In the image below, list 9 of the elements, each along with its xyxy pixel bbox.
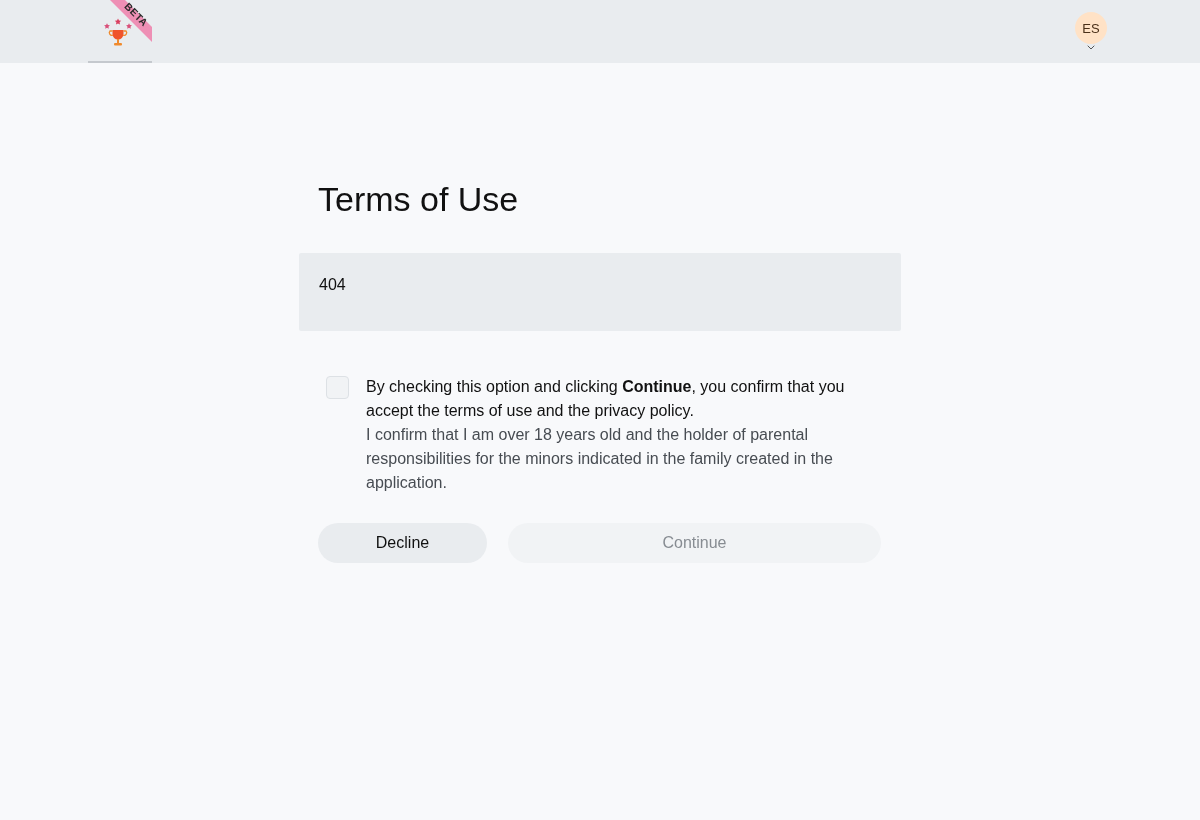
consent-statement: By checking this option and clicking Continue, you confirm that you accept the terms of use and the privacy policy. [366, 377, 846, 421]
terms-content-text: 404 [319, 276, 346, 293]
chevron-down-icon [1087, 45, 1095, 50]
avatar-initials: ES [1075, 12, 1107, 44]
consent-checkbox[interactable] [326, 376, 349, 399]
decline-button[interactable]: Decline [318, 523, 487, 563]
page-title: Terms of Use [318, 179, 520, 220]
age-confirmation-text: I confirm that I am over 18 years old and the holder of parental responsibilities for the minors indicated in the family created in the application. [366, 425, 834, 493]
account-avatar-button[interactable]: ES [1074, 12, 1108, 52]
